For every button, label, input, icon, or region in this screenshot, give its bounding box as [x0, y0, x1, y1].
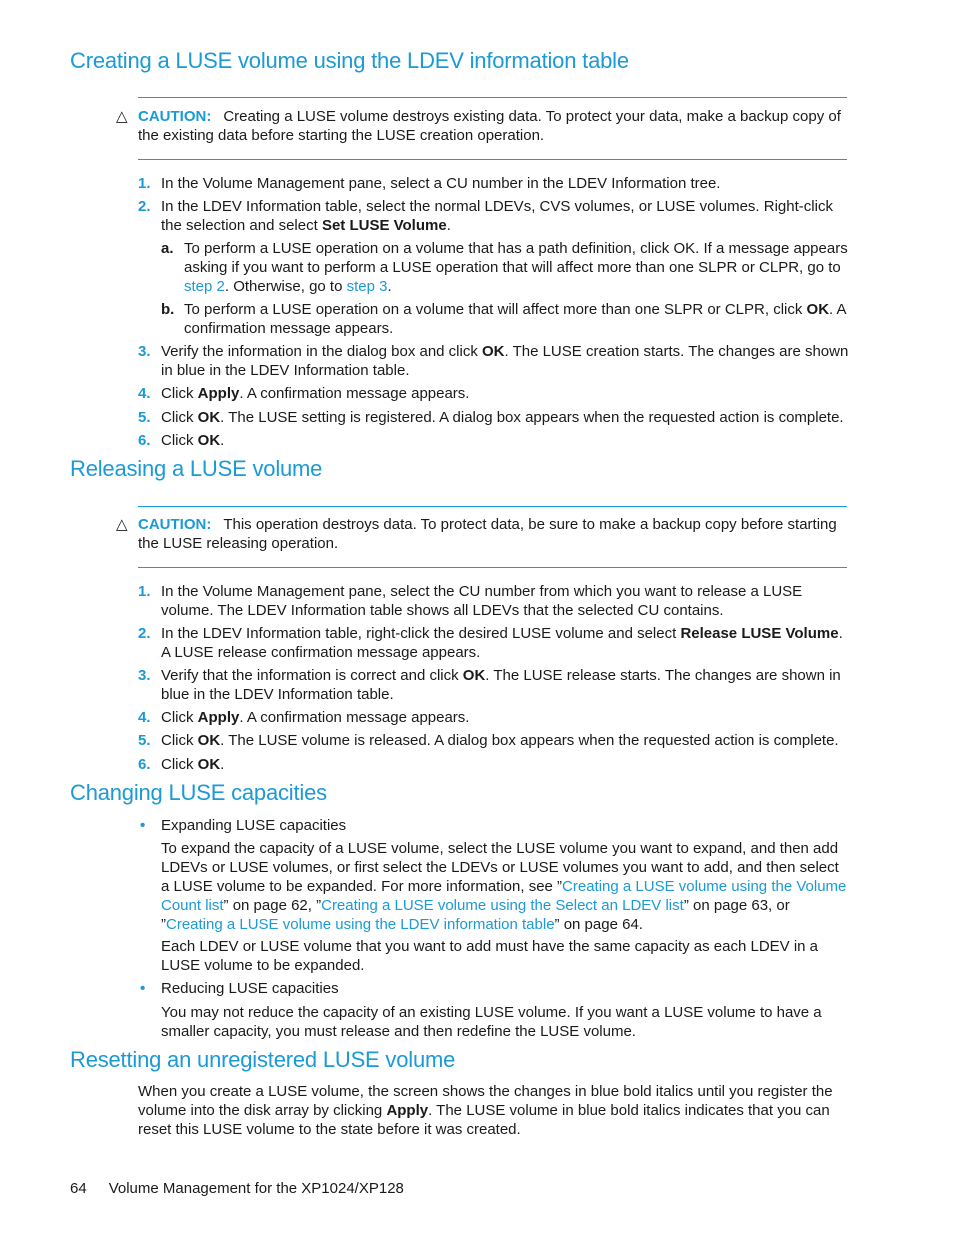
step-number: 3.: [138, 667, 151, 684]
step-item: 4. Click Apply. A confirmation message a…: [138, 708, 850, 727]
section-heading-create-luse: Creating a LUSE volume using the LDEV in…: [70, 48, 629, 73]
substep-item: a. To perform a LUSE operation on a volu…: [161, 239, 851, 296]
step-item: 6. Click OK.: [138, 431, 850, 450]
step-item: 5. Click OK. The LUSE setting is registe…: [138, 408, 850, 427]
ui-term: OK: [197, 432, 221, 449]
step-text: Click OK.: [161, 432, 225, 449]
bullet-icon: •: [140, 817, 146, 834]
ui-term: Set LUSE Volume: [321, 217, 447, 234]
ui-term: OK: [806, 301, 830, 318]
step-text: Click Apply. A confirmation message appe…: [161, 385, 470, 402]
paragraph: Each LDEV or LUSE volume that you want t…: [161, 938, 819, 974]
substep-letter: a.: [161, 240, 174, 257]
caution-label: CAUTION:: [138, 516, 212, 533]
caution-label: CAUTION:: [138, 108, 212, 125]
bullet-label: Expanding LUSE capacities: [161, 817, 347, 834]
divider: [138, 159, 847, 160]
step-text: In the LDEV Information table, right-cli…: [161, 625, 843, 661]
substep-text: To perform a LUSE operation on a volume …: [184, 240, 848, 295]
ui-term: OK: [197, 409, 221, 426]
paragraph: When you create a LUSE volume, the scree…: [138, 1083, 833, 1138]
ui-term: OK: [197, 756, 221, 773]
step-text: In the Volume Management pane, select a …: [161, 175, 721, 192]
step-number: 2.: [138, 198, 151, 215]
caution-text: Creating a LUSE volume destroys existing…: [138, 108, 841, 144]
step-number: 2.: [138, 625, 151, 642]
link-step-3[interactable]: step 3: [347, 278, 388, 295]
caution-note: △ CAUTION: This operation destroys data. …: [116, 515, 850, 553]
step-item: 1. In the Volume Management pane, select…: [138, 582, 850, 620]
ui-term: Release LUSE Volume: [680, 625, 839, 642]
section-heading-release-luse: Releasing a LUSE volume: [70, 456, 323, 481]
section-heading-changing-capacities: Changing LUSE capacities: [70, 780, 327, 805]
bullet-label: Reducing LUSE capacities: [161, 980, 339, 997]
link-select-ldev-list[interactable]: Creating a LUSE volume using the Select …: [321, 897, 684, 914]
step-text: Click OK.: [161, 756, 225, 773]
step-item: 4. Click Apply. A confirmation message a…: [138, 384, 850, 403]
ui-term: Apply: [197, 385, 240, 402]
ui-term: Apply: [386, 1102, 429, 1119]
step-text: Verify the information in the dialog box…: [161, 343, 849, 379]
step-text: In the LDEV Information table, select th…: [161, 198, 833, 234]
divider: [138, 97, 847, 98]
page-number: 64: [70, 1180, 87, 1197]
bullet-icon: •: [140, 980, 146, 997]
step-item: 5. Click OK. The LUSE volume is released…: [138, 731, 850, 750]
page-footer: 64 Volume Management for the XP1024/XP128: [70, 1180, 404, 1197]
step-item: 2. In the LDEV Information table, right-…: [138, 624, 850, 662]
step-number: 6.: [138, 432, 151, 449]
ui-term: OK: [482, 343, 505, 360]
step-number: 5.: [138, 409, 151, 426]
paragraph: To expand the capacity of a LUSE volume,…: [161, 840, 847, 933]
step-text: Click OK. The LUSE volume is released. A…: [161, 732, 839, 749]
step-number: 3.: [138, 343, 151, 360]
step-number: 1.: [138, 583, 151, 600]
section-heading-resetting-luse: Resetting an unregistered LUSE volume: [70, 1047, 456, 1072]
step-item: 2. In the LDEV Information table, select…: [138, 197, 850, 235]
divider: [138, 506, 847, 507]
step-item: 6. Click OK.: [138, 755, 850, 774]
bullet-item: • Expanding LUSE capacities: [138, 816, 850, 835]
substep-letter: b.: [161, 301, 175, 318]
step-number: 6.: [138, 756, 151, 773]
substep-item: b. To perform a LUSE operation on a volu…: [161, 300, 851, 338]
link-ldev-information-table[interactable]: Creating a LUSE volume using the LDEV in…: [166, 916, 555, 933]
step-text: Click OK. The LUSE setting is registered…: [161, 409, 844, 426]
step-number: 4.: [138, 385, 151, 402]
link-step-2[interactable]: step 2: [184, 278, 225, 295]
step-text: Click Apply. A confirmation message appe…: [161, 709, 470, 726]
ui-term: Apply: [197, 709, 240, 726]
step-number: 5.: [138, 732, 151, 749]
step-text: Verify that the information is correct a…: [161, 667, 841, 703]
caution-text: This operation destroys data. To protect…: [138, 516, 837, 552]
footer-title: Volume Management for the XP1024/XP128: [108, 1180, 404, 1197]
caution-icon: △: [116, 516, 128, 533]
paragraph: You may not reduce the capacity of an ex…: [161, 1004, 822, 1040]
substep-text: To perform a LUSE operation on a volume …: [184, 301, 846, 337]
caution-note: △ CAUTION: Creating a LUSE volume destroy…: [116, 107, 850, 145]
step-item: 1. In the Volume Management pane, select…: [138, 174, 850, 193]
ui-term: OK: [197, 732, 221, 749]
ui-term: OK: [462, 667, 486, 684]
step-item: 3. Verify the information in the dialog …: [138, 342, 850, 380]
step-item: 3. Verify that the information is correc…: [138, 666, 850, 704]
bullet-item: • Reducing LUSE capacities: [138, 979, 850, 998]
step-number: 4.: [138, 709, 151, 726]
document-page: Creating a LUSE volume using the LDEV in…: [0, 0, 954, 1235]
step-text: In the Volume Management pane, select th…: [161, 583, 803, 619]
divider: [138, 567, 847, 568]
caution-icon: △: [116, 108, 128, 125]
step-number: 1.: [138, 175, 151, 192]
